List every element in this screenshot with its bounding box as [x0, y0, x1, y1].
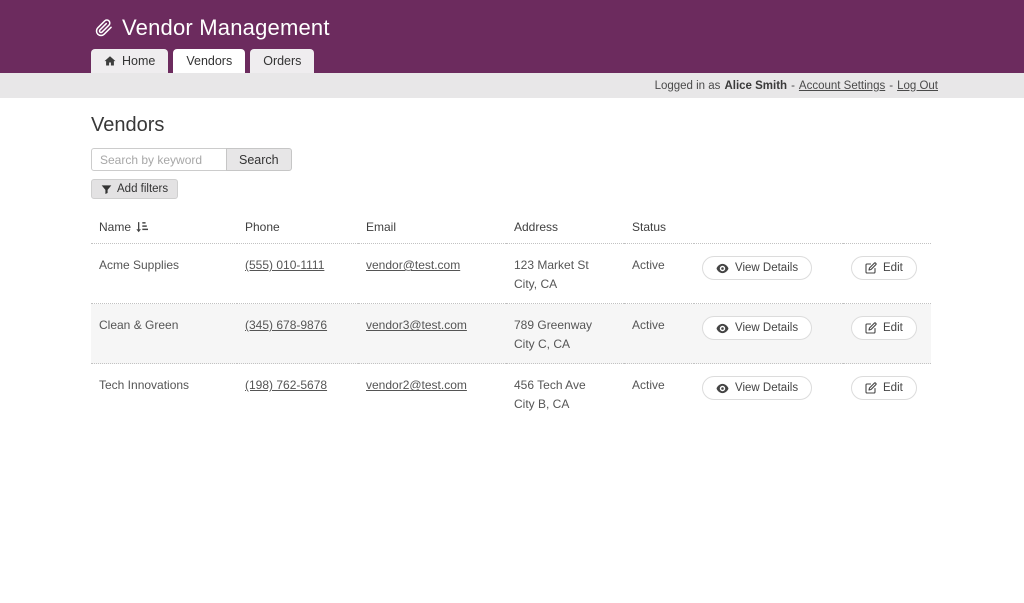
add-filters-label: Add filters [117, 183, 168, 195]
vendor-address-cell: 123 Market St City, CA [506, 244, 624, 304]
eye-icon [716, 323, 729, 334]
logged-in-text: Logged in as [655, 80, 721, 92]
vendor-name-cell: Acme Supplies [91, 244, 237, 304]
vendor-name-cell: Clean & Green [91, 304, 237, 364]
filter-icon [101, 184, 112, 195]
vendor-status-cell: Active [624, 364, 694, 424]
app-title: Vendor Management [122, 15, 330, 41]
user-status-bar: Logged in as Alice Smith - Account Setti… [0, 73, 1024, 98]
vendor-status-cell: Active [624, 244, 694, 304]
view-details-label: View Details [735, 322, 798, 334]
log-out-link[interactable]: Log Out [897, 80, 938, 92]
table-row: Tech Innovations (198) 762-5678 vendor2@… [91, 364, 931, 424]
column-header-name[interactable]: Name [91, 211, 237, 244]
edit-icon [865, 382, 877, 394]
view-details-button[interactable]: View Details [702, 256, 812, 280]
address-line-1: 789 Greenway [514, 316, 616, 335]
address-line-1: 456 Tech Ave [514, 376, 616, 395]
edit-label: Edit [883, 382, 903, 394]
column-header-address[interactable]: Address [506, 211, 624, 244]
separator: - [889, 80, 893, 92]
eye-icon [716, 383, 729, 394]
column-header-email[interactable]: Email [358, 211, 506, 244]
logged-in-username: Alice Smith [724, 80, 787, 92]
add-filters-button[interactable]: Add filters [91, 179, 178, 199]
vendor-name-cell: Tech Innovations [91, 364, 237, 424]
edit-label: Edit [883, 262, 903, 274]
vendor-email-link[interactable]: vendor@test.com [366, 258, 460, 272]
edit-button[interactable]: Edit [851, 256, 917, 280]
vendor-phone-link[interactable]: (198) 762-5678 [245, 378, 327, 392]
page-title: Vendors [91, 114, 933, 137]
edit-button[interactable]: Edit [851, 316, 917, 340]
vendor-status-cell: Active [624, 304, 694, 364]
view-details-button[interactable]: View Details [702, 316, 812, 340]
vendor-phone-link[interactable]: (555) 010-1111 [245, 258, 324, 272]
vendors-table: Name Phone Email [91, 211, 931, 424]
search-group: Search [91, 148, 933, 171]
edit-button[interactable]: Edit [851, 376, 917, 400]
sort-icon [135, 221, 148, 233]
home-icon [104, 55, 116, 67]
vendor-address-cell: 789 Greenway City C, CA [506, 304, 624, 364]
address-line-2: City C, CA [514, 335, 616, 354]
edit-label: Edit [883, 322, 903, 334]
separator: - [791, 80, 795, 92]
tab-vendors[interactable]: Vendors [173, 49, 245, 74]
view-details-label: View Details [735, 262, 798, 274]
table-row: Acme Supplies (555) 010-1111 vendor@test… [91, 244, 931, 304]
column-header-status[interactable]: Status [624, 211, 694, 244]
view-details-button[interactable]: View Details [702, 376, 812, 400]
table-row: Clean & Green (345) 678-9876 vendor3@tes… [91, 304, 931, 364]
vendor-address-cell: 456 Tech Ave City B, CA [506, 364, 624, 424]
tab-home[interactable]: Home [91, 49, 168, 74]
app-banner: Vendor Management Home Vendors Orders [0, 0, 1024, 73]
table-header-row: Name Phone Email [91, 211, 931, 244]
view-details-label: View Details [735, 382, 798, 394]
column-header-phone[interactable]: Phone [237, 211, 358, 244]
tab-home-label: Home [122, 55, 155, 68]
app-brand: Vendor Management [0, 0, 1024, 41]
address-line-2: City B, CA [514, 395, 616, 414]
address-line-1: 123 Market St [514, 256, 616, 275]
column-header-name-label: Name [99, 220, 131, 234]
account-settings-link[interactable]: Account Settings [799, 80, 885, 92]
eye-icon [716, 263, 729, 274]
column-header-edit-actions [843, 211, 931, 244]
edit-icon [865, 322, 877, 334]
column-header-view-actions [694, 211, 843, 244]
vendor-email-link[interactable]: vendor2@test.com [366, 378, 467, 392]
search-button[interactable]: Search [226, 148, 292, 171]
main-content: Vendors Search Add filters Name [0, 98, 1024, 424]
nav-tabs: Home Vendors Orders [91, 49, 314, 74]
tab-orders[interactable]: Orders [250, 49, 314, 74]
vendor-phone-link[interactable]: (345) 678-9876 [245, 318, 327, 332]
vendor-table-body: Acme Supplies (555) 010-1111 vendor@test… [91, 244, 931, 424]
search-input[interactable] [91, 148, 227, 171]
tab-orders-label: Orders [263, 55, 301, 68]
vendor-email-link[interactable]: vendor3@test.com [366, 318, 467, 332]
tab-vendors-label: Vendors [186, 55, 232, 68]
address-line-2: City, CA [514, 275, 616, 294]
paperclip-icon [95, 19, 113, 37]
edit-icon [865, 262, 877, 274]
